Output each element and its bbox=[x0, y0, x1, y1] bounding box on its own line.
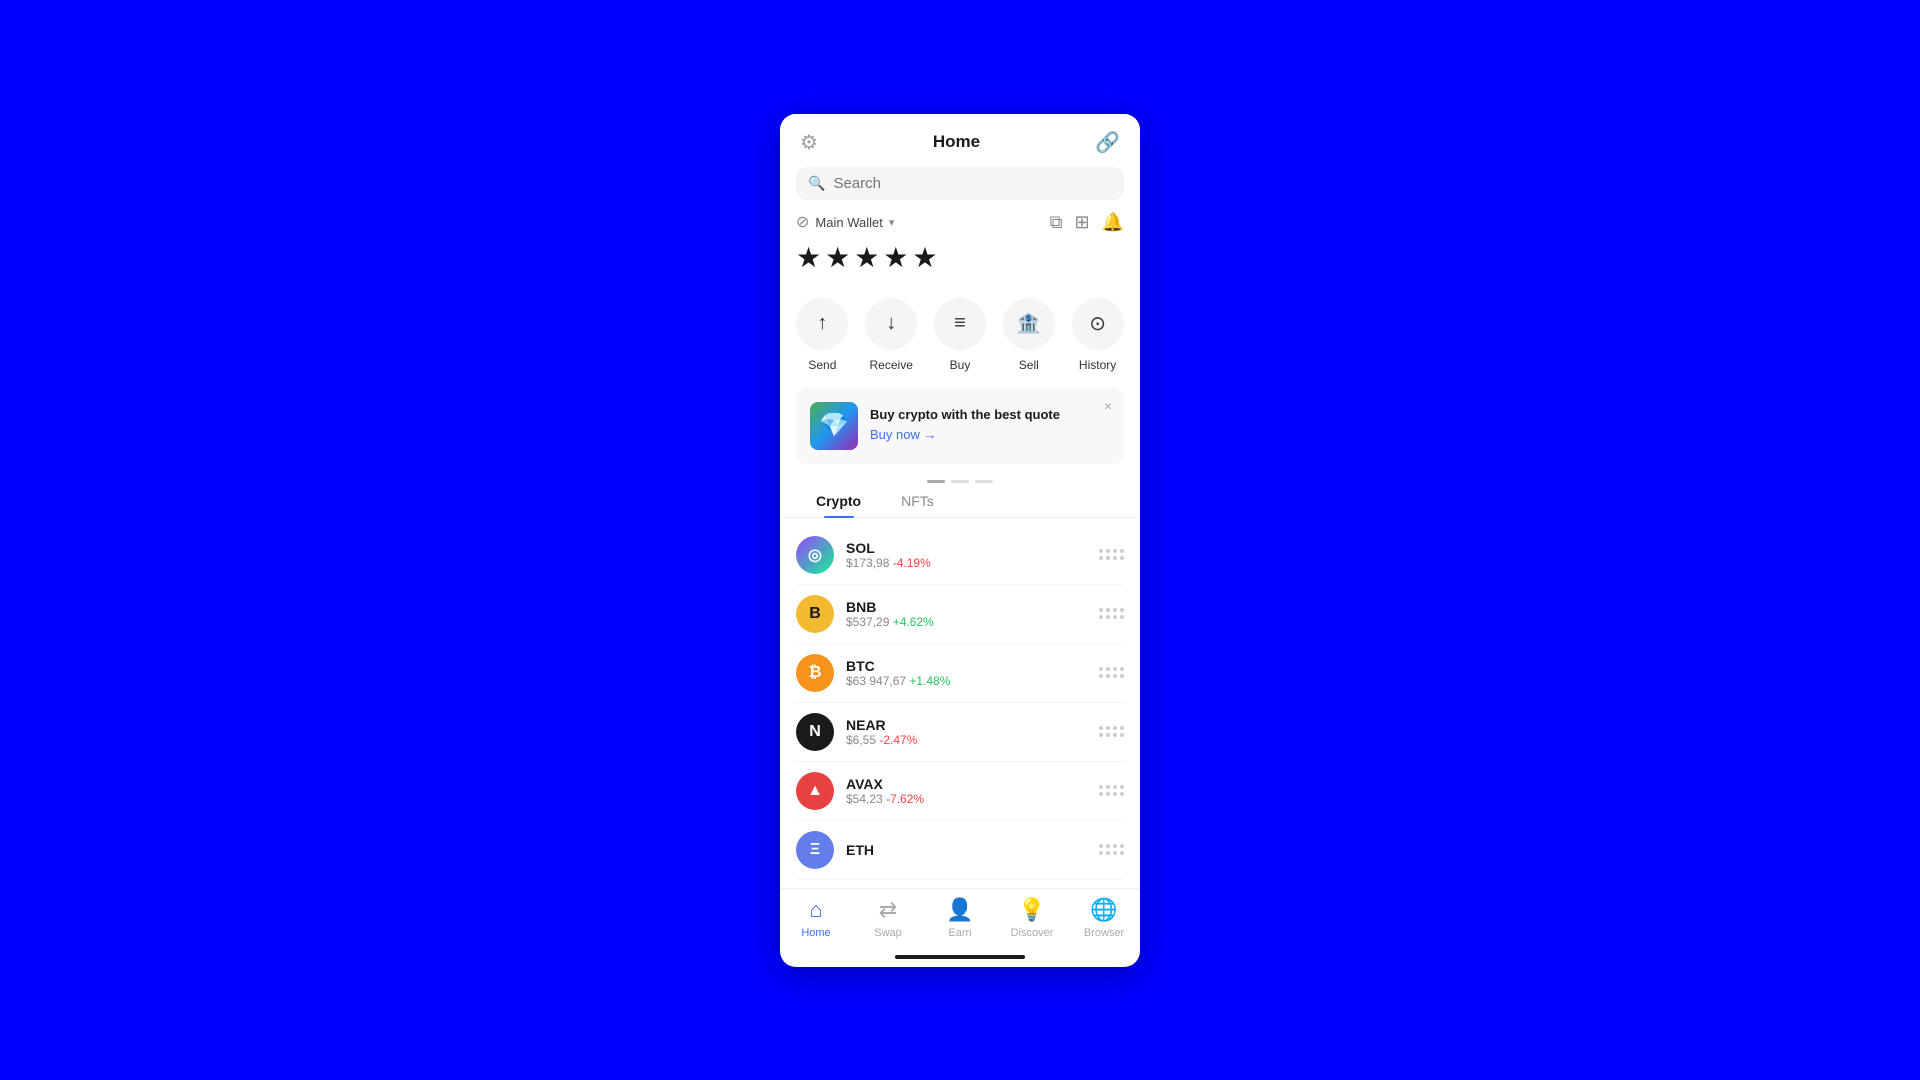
near-name: NEAR bbox=[846, 717, 1099, 733]
asset-tabs: Crypto NFTs bbox=[780, 483, 1140, 518]
bnb-info: BNB $537,29 +4.62% bbox=[846, 599, 1099, 629]
btc-price: $63 947,67 +1.48% bbox=[846, 674, 1099, 688]
buy-label: Buy bbox=[950, 358, 971, 372]
search-icon: 🔍 bbox=[808, 175, 825, 192]
eth-name: ETH bbox=[846, 842, 1099, 858]
wallet-row: ⊘ Main Wallet ▾ ⧉ ⊞ 🔔 bbox=[780, 212, 1140, 237]
history-button[interactable]: ⊙ History bbox=[1063, 298, 1132, 372]
history-label: History bbox=[1079, 358, 1116, 372]
nav-browser[interactable]: 🌐 Browser bbox=[1068, 897, 1140, 939]
avax-info: AVAX $54,23 -7.62% bbox=[846, 776, 1099, 806]
tab-nfts[interactable]: NFTs bbox=[881, 483, 954, 517]
avax-name: AVAX bbox=[846, 776, 1099, 792]
balance-display: ★★★★★ bbox=[796, 242, 942, 273]
bnb-price: $537,29 +4.62% bbox=[846, 615, 1099, 629]
nav-swap[interactable]: ⇄ Swap bbox=[852, 897, 924, 939]
earn-icon: 👤 bbox=[946, 897, 973, 923]
avax-icon: ▲ bbox=[796, 772, 834, 810]
browser-icon: 🌐 bbox=[1090, 897, 1117, 923]
search-bar[interactable]: 🔍 bbox=[796, 167, 1124, 200]
sol-info: SOL $173,98 -4.19% bbox=[846, 540, 1099, 570]
receive-icon: ↓ bbox=[865, 298, 917, 350]
nav-discover[interactable]: 💡 Discover bbox=[996, 897, 1068, 939]
crypto-item-sol[interactable]: ◎ SOL $173,98 -4.19% bbox=[796, 526, 1124, 585]
search-input[interactable] bbox=[833, 175, 1112, 192]
discover-label: Discover bbox=[1011, 927, 1054, 939]
sol-icon: ◎ bbox=[796, 536, 834, 574]
settings-icon[interactable]: ⚙ bbox=[800, 130, 818, 155]
eth-icon: Ξ bbox=[796, 831, 834, 869]
send-icon: ↑ bbox=[796, 298, 848, 350]
wallet-icon: ⊘ bbox=[796, 212, 809, 232]
buy-button[interactable]: ≡ Buy bbox=[926, 298, 995, 372]
bnb-name: BNB bbox=[846, 599, 1099, 615]
home-indicator bbox=[895, 955, 1025, 959]
wallet-selector[interactable]: ⊘ Main Wallet ▾ bbox=[796, 212, 894, 232]
nav-earn[interactable]: 👤 Earn bbox=[924, 897, 996, 939]
eth-info: ETH bbox=[846, 842, 1099, 858]
btc-icon: ₿ bbox=[796, 654, 834, 692]
tab-crypto[interactable]: Crypto bbox=[796, 483, 881, 517]
banner-close-button[interactable]: × bbox=[1104, 398, 1112, 414]
bell-button[interactable]: 🔔 bbox=[1102, 212, 1124, 233]
discover-icon: 💡 bbox=[1018, 897, 1045, 923]
sol-name: SOL bbox=[846, 540, 1099, 556]
promo-banner: 💎 Buy crypto with the best quote Buy now… bbox=[796, 388, 1124, 464]
sol-menu[interactable] bbox=[1099, 549, 1124, 560]
crypto-item-btc[interactable]: ₿ BTC $63 947,67 +1.48% bbox=[796, 644, 1124, 703]
swap-label: Swap bbox=[874, 927, 902, 939]
bottom-nav: ⌂ Home ⇄ Swap 👤 Earn 💡 Discover 🌐 Browse… bbox=[780, 888, 1140, 951]
crypto-item-avax[interactable]: ▲ AVAX $54,23 -7.62% bbox=[796, 762, 1124, 821]
banner-image: 💎 bbox=[810, 402, 858, 450]
crypto-item-near[interactable]: N NEAR $6,55 -2.47% bbox=[796, 703, 1124, 762]
near-price: $6,55 -2.47% bbox=[846, 733, 1099, 747]
bnb-icon: B bbox=[796, 595, 834, 633]
wallet-actions: ⧉ ⊞ 🔔 bbox=[1050, 212, 1124, 233]
eth-menu[interactable] bbox=[1099, 844, 1124, 855]
receive-label: Receive bbox=[870, 358, 913, 372]
scan-button[interactable]: ⊞ bbox=[1074, 212, 1089, 233]
crypto-item-bnb[interactable]: B BNB $537,29 +4.62% bbox=[796, 585, 1124, 644]
home-label: Home bbox=[801, 927, 830, 939]
sell-label: Sell bbox=[1019, 358, 1039, 372]
phone-container: ⚙ Home 🔗 🔍 ⊘ Main Wallet ▾ ⧉ ⊞ 🔔 ★★★★★ ↑… bbox=[780, 114, 1140, 967]
near-icon: N bbox=[796, 713, 834, 751]
page-title: Home bbox=[933, 132, 980, 152]
banner-title: Buy crypto with the best quote bbox=[870, 407, 1110, 422]
avax-price: $54,23 -7.62% bbox=[846, 792, 1099, 806]
wallet-name: Main Wallet bbox=[815, 215, 882, 230]
history-icon: ⊙ bbox=[1072, 298, 1124, 350]
nav-home[interactable]: ⌂ Home bbox=[780, 897, 852, 939]
send-label: Send bbox=[808, 358, 836, 372]
balance-row: ★★★★★ bbox=[780, 237, 1140, 290]
swap-icon: ⇄ bbox=[879, 897, 897, 923]
home-icon: ⌂ bbox=[809, 897, 822, 923]
bnb-menu[interactable] bbox=[1099, 608, 1124, 619]
avax-menu[interactable] bbox=[1099, 785, 1124, 796]
receive-button[interactable]: ↓ Receive bbox=[857, 298, 926, 372]
btc-info: BTC $63 947,67 +1.48% bbox=[846, 658, 1099, 688]
sol-price: $173,98 -4.19% bbox=[846, 556, 1099, 570]
sell-icon: 🏦 bbox=[1003, 298, 1055, 350]
sell-button[interactable]: 🏦 Sell bbox=[994, 298, 1063, 372]
btc-menu[interactable] bbox=[1099, 667, 1124, 678]
chevron-down-icon: ▾ bbox=[889, 216, 895, 229]
browser-label: Browser bbox=[1084, 927, 1124, 939]
near-info: NEAR $6,55 -2.47% bbox=[846, 717, 1099, 747]
btc-name: BTC bbox=[846, 658, 1099, 674]
action-buttons: ↑ Send ↓ Receive ≡ Buy 🏦 Sell ⊙ History bbox=[780, 290, 1140, 388]
crypto-list: ◎ SOL $173,98 -4.19% B BNB $537,29 +4.62… bbox=[780, 526, 1140, 880]
near-menu[interactable] bbox=[1099, 726, 1124, 737]
buy-icon: ≡ bbox=[934, 298, 986, 350]
crypto-item-eth[interactable]: Ξ ETH bbox=[796, 821, 1124, 880]
copy-button[interactable]: ⧉ bbox=[1050, 212, 1063, 233]
send-button[interactable]: ↑ Send bbox=[788, 298, 857, 372]
banner-text: Buy crypto with the best quote Buy now → bbox=[870, 407, 1110, 444]
banner-link[interactable]: Buy now → bbox=[870, 427, 936, 442]
dot-3 bbox=[975, 480, 993, 483]
earn-label: Earn bbox=[948, 927, 971, 939]
header: ⚙ Home 🔗 bbox=[780, 114, 1140, 167]
link-icon[interactable]: 🔗 bbox=[1095, 130, 1120, 155]
